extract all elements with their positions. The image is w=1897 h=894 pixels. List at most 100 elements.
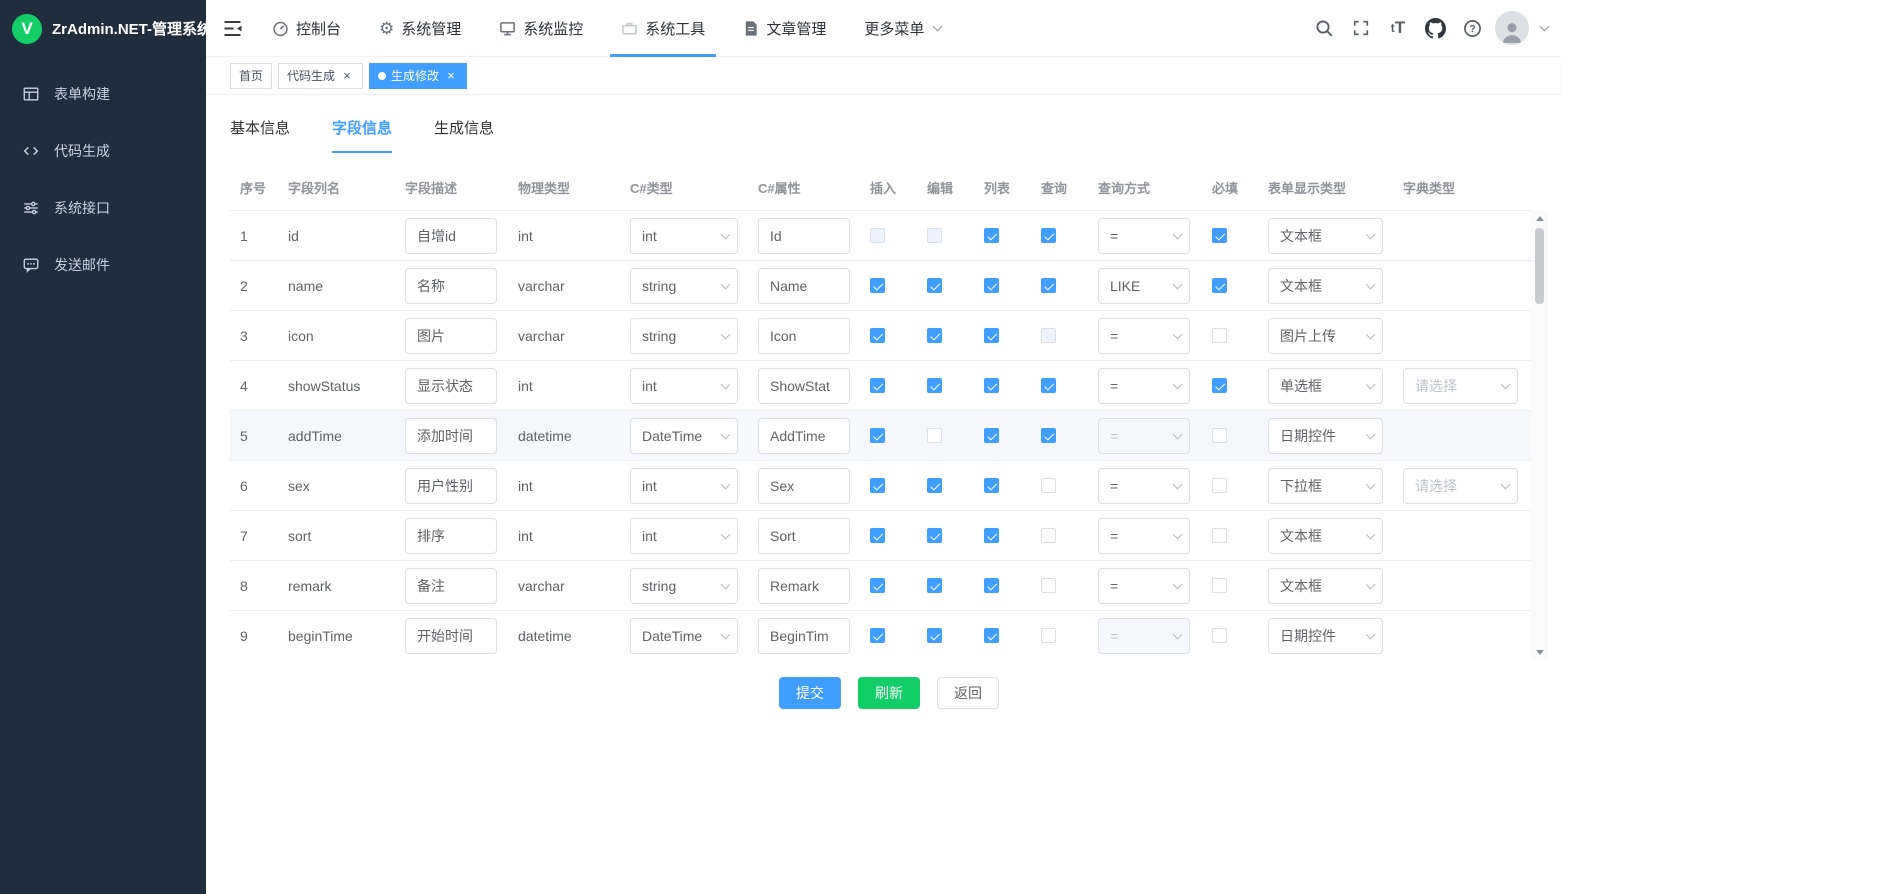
display-type-select[interactable]: 下拉框	[1268, 468, 1383, 504]
edit-checkbox[interactable]	[927, 578, 942, 593]
display-type-select[interactable]: 单选框	[1268, 368, 1383, 404]
field-description-input[interactable]	[405, 318, 497, 354]
insert-checkbox[interactable]	[870, 228, 885, 243]
sidebar-item-code-generation[interactable]: 代码生成	[0, 122, 206, 179]
query-checkbox[interactable]	[1041, 478, 1056, 493]
display-type-select[interactable]: 文本框	[1268, 218, 1383, 254]
tag-home[interactable]: 首页	[230, 63, 272, 89]
back-button[interactable]: 返回	[937, 677, 999, 709]
display-type-select[interactable]: 图片上传	[1268, 318, 1383, 354]
refresh-button[interactable]: 刷新	[858, 677, 920, 709]
query-method-select[interactable]: =	[1098, 568, 1190, 604]
csharp-type-select[interactable]: string	[630, 568, 738, 604]
required-checkbox[interactable]	[1212, 428, 1227, 443]
query-checkbox[interactable]	[1041, 378, 1056, 393]
field-description-input[interactable]	[405, 618, 497, 654]
edit-checkbox[interactable]	[927, 328, 942, 343]
display-type-select[interactable]: 日期控件	[1268, 618, 1383, 654]
field-description-input[interactable]	[405, 368, 497, 404]
csharp-type-select[interactable]: int	[630, 468, 738, 504]
help-icon[interactable]: ?	[1458, 14, 1486, 42]
nav-item-system-management[interactable]: ⚙ 系统管理	[360, 0, 480, 57]
csharp-property-input[interactable]	[758, 218, 850, 254]
nav-item-system-tools[interactable]: 系统工具	[602, 0, 724, 57]
display-type-select[interactable]: 文本框	[1268, 568, 1383, 604]
submit-button[interactable]: 提交	[779, 677, 841, 709]
tag-generate-modify[interactable]: 生成修改	[369, 63, 467, 89]
csharp-type-select[interactable]: string	[630, 318, 738, 354]
display-type-select[interactable]: 文本框	[1268, 518, 1383, 554]
query-checkbox[interactable]	[1041, 328, 1056, 343]
display-type-select[interactable]: 日期控件	[1268, 418, 1383, 454]
list-checkbox[interactable]	[984, 528, 999, 543]
csharp-property-input[interactable]	[758, 518, 850, 554]
field-description-input[interactable]	[405, 468, 497, 504]
insert-checkbox[interactable]	[870, 328, 885, 343]
list-checkbox[interactable]	[984, 428, 999, 443]
field-description-input[interactable]	[405, 568, 497, 604]
edit-checkbox[interactable]	[927, 628, 942, 643]
close-icon[interactable]	[340, 69, 354, 83]
field-description-input[interactable]	[405, 418, 497, 454]
required-checkbox[interactable]	[1212, 628, 1227, 643]
csharp-property-input[interactable]	[758, 368, 850, 404]
query-method-select[interactable]: =	[1098, 368, 1190, 404]
edit-checkbox[interactable]	[927, 378, 942, 393]
nav-item-article-management[interactable]: 文章管理	[724, 0, 845, 57]
csharp-property-input[interactable]	[758, 618, 850, 654]
required-checkbox[interactable]	[1212, 478, 1227, 493]
sidebar-item-send-mail[interactable]: 发送邮件	[0, 236, 206, 293]
nav-item-more-menu[interactable]: 更多菜单	[845, 0, 960, 57]
csharp-property-input[interactable]	[758, 568, 850, 604]
insert-checkbox[interactable]	[870, 378, 885, 393]
tab-generate-info[interactable]: 生成信息	[434, 117, 494, 155]
query-checkbox[interactable]	[1041, 628, 1056, 643]
query-method-select[interactable]: =	[1098, 418, 1190, 454]
sidebar-item-form-builder[interactable]: 表单构建	[0, 65, 206, 122]
sidebar-collapse-icon[interactable]	[222, 18, 243, 39]
list-checkbox[interactable]	[984, 478, 999, 493]
csharp-type-select[interactable]: int	[630, 368, 738, 404]
field-description-input[interactable]	[405, 218, 497, 254]
display-type-select[interactable]: 文本框	[1268, 268, 1383, 304]
edit-checkbox[interactable]	[927, 278, 942, 293]
csharp-property-input[interactable]	[758, 418, 850, 454]
edit-checkbox[interactable]	[927, 228, 942, 243]
query-checkbox[interactable]	[1041, 578, 1056, 593]
avatar[interactable]	[1495, 11, 1529, 45]
fullscreen-icon[interactable]	[1347, 14, 1375, 42]
required-checkbox[interactable]	[1212, 528, 1227, 543]
nav-item-console[interactable]: 控制台	[253, 0, 360, 57]
required-checkbox[interactable]	[1212, 278, 1227, 293]
insert-checkbox[interactable]	[870, 478, 885, 493]
csharp-type-select[interactable]: DateTime	[630, 618, 738, 654]
dict-type-select[interactable]: 请选择	[1403, 368, 1518, 404]
nav-item-system-monitoring[interactable]: 系统监控	[480, 0, 602, 57]
scrollbar-thumb[interactable]	[1535, 228, 1544, 304]
close-icon[interactable]	[444, 69, 458, 83]
query-checkbox[interactable]	[1041, 528, 1056, 543]
dict-type-select[interactable]: 请选择	[1403, 468, 1518, 504]
github-icon[interactable]	[1421, 14, 1449, 42]
edit-checkbox[interactable]	[927, 428, 942, 443]
list-checkbox[interactable]	[984, 628, 999, 643]
insert-checkbox[interactable]	[870, 428, 885, 443]
scroll-down-arrow[interactable]	[1531, 645, 1548, 659]
insert-checkbox[interactable]	[870, 528, 885, 543]
search-icon[interactable]	[1310, 14, 1338, 42]
tag-code-generation[interactable]: 代码生成	[278, 63, 363, 89]
field-description-input[interactable]	[405, 518, 497, 554]
required-checkbox[interactable]	[1212, 578, 1227, 593]
query-method-select[interactable]: =	[1098, 618, 1190, 654]
csharp-type-select[interactable]: int	[630, 218, 738, 254]
app-logo[interactable]: V ZrAdmin.NET-管理系统	[0, 0, 206, 57]
csharp-type-select[interactable]: DateTime	[630, 418, 738, 454]
csharp-property-input[interactable]	[758, 268, 850, 304]
required-checkbox[interactable]	[1212, 378, 1227, 393]
insert-checkbox[interactable]	[870, 578, 885, 593]
font-size-icon[interactable]	[1384, 14, 1412, 42]
edit-checkbox[interactable]	[927, 478, 942, 493]
query-method-select[interactable]: =	[1098, 468, 1190, 504]
required-checkbox[interactable]	[1212, 228, 1227, 243]
list-checkbox[interactable]	[984, 228, 999, 243]
